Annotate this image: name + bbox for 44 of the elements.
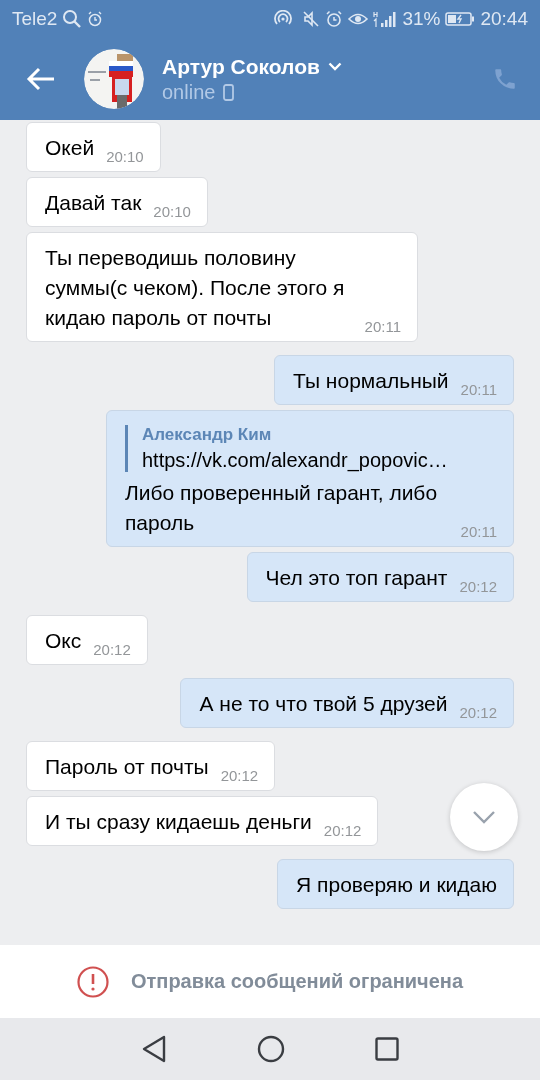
search-icon bbox=[62, 9, 83, 29]
quoted-author[interactable]: Александр Ким bbox=[142, 425, 497, 445]
battery-percent: 31% bbox=[402, 8, 441, 30]
phone-device-icon bbox=[223, 83, 235, 101]
back-nav-icon[interactable] bbox=[141, 1035, 167, 1063]
message-time: 20:12 bbox=[459, 704, 497, 721]
message-text: Окс bbox=[45, 628, 82, 654]
message-time: 20:12 bbox=[323, 822, 362, 839]
message-text: Я проверяю и кидаю bbox=[296, 872, 497, 898]
message-text: Ты нормальный bbox=[293, 368, 449, 394]
message-text: Чел это топ гарант bbox=[265, 565, 448, 591]
message-time: 20:11 bbox=[364, 318, 401, 335]
message-time: 20:11 bbox=[460, 381, 497, 398]
alert-icon bbox=[76, 965, 109, 998]
chevron-down-icon bbox=[472, 810, 496, 824]
chevron-down-icon[interactable] bbox=[327, 62, 342, 71]
message-text: Давай так bbox=[45, 190, 142, 216]
quoted-link[interactable]: https://vk.com/alexandr_popovic… bbox=[142, 449, 497, 472]
alarm-icon bbox=[325, 10, 344, 28]
message-time: 20:12 bbox=[93, 641, 131, 658]
message-text: А не то что твой 5 друзей bbox=[199, 691, 448, 717]
message-text: Пароль от почты bbox=[45, 754, 209, 780]
signal-icon bbox=[373, 10, 398, 28]
message-text: Окей bbox=[45, 135, 95, 161]
home-nav-icon[interactable] bbox=[257, 1035, 285, 1063]
message-text: Либо проверенный гарант, либо пароль bbox=[125, 480, 439, 536]
clock-time: 20:44 bbox=[480, 8, 528, 30]
alarm-icon bbox=[87, 11, 104, 27]
message-text: И ты сразу кидаешь деньги bbox=[45, 809, 312, 835]
recents-nav-icon[interactable] bbox=[375, 1037, 399, 1061]
message-time: 20:12 bbox=[459, 578, 497, 595]
back-arrow-icon[interactable] bbox=[26, 66, 56, 92]
mute-icon bbox=[302, 10, 321, 28]
online-status: online bbox=[162, 80, 216, 104]
message-time: 20:12 bbox=[220, 767, 259, 784]
battery-icon bbox=[445, 11, 476, 27]
message-time: 20:10 bbox=[153, 203, 191, 220]
restriction-notice: Отправка сообщений ограничена bbox=[130, 970, 464, 993]
message-time: 20:11 bbox=[460, 523, 497, 540]
carrier-name: Tele2 bbox=[12, 8, 58, 30]
message-text: Ты переводишь половину суммы(с чеком). После этого я кидаю пароль от почты bbox=[45, 245, 346, 331]
message-time: 20:10 bbox=[106, 148, 144, 165]
contact-name[interactable]: Артур Соколов bbox=[162, 54, 320, 79]
eye-icon bbox=[348, 11, 369, 27]
